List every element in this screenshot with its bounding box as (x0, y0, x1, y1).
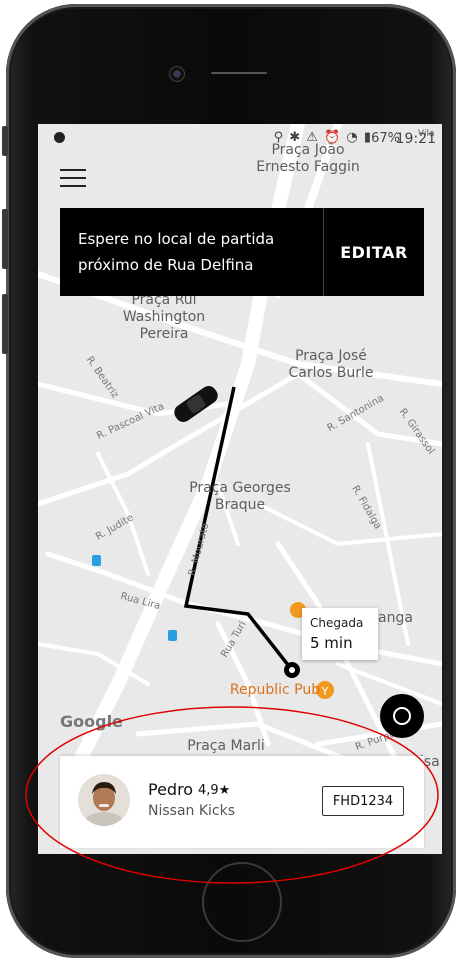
bus-stop-icon (168, 630, 177, 641)
place-label: Praça Rui Washington Pereira (122, 292, 206, 342)
pickup-banner: Espere no local de partida próximo de Ru… (60, 208, 424, 296)
place-label: Praça Georges Braque (189, 480, 291, 513)
place-label: Praça José Carlos Burle (288, 348, 374, 381)
arrival-label: Chegada (310, 616, 364, 630)
front-camera (169, 66, 185, 82)
bus-stop-icon (92, 555, 101, 566)
place-label: anga (378, 610, 413, 626)
status-bar: ⚲ ✱ ⚠ ⏰ ◔ ▮ 67% 19:21 (38, 124, 442, 152)
clock: 19:21 (395, 131, 436, 147)
notification-icon (54, 132, 65, 143)
annotation-ellipse (25, 706, 439, 884)
arrival-time: 5 min (310, 634, 353, 652)
mute-switch (2, 126, 8, 156)
earpiece-speaker (211, 72, 267, 74)
pickup-message: Espere no local de partida próximo de Ru… (78, 230, 275, 274)
volume-up-button (2, 209, 8, 269)
edit-button[interactable]: EDITAR (324, 208, 424, 296)
menu-icon[interactable] (60, 169, 86, 187)
place-label: Republic Pub (229, 682, 321, 698)
volume-down-button (2, 294, 8, 354)
arrival-bubble: Chegada 5 min (302, 608, 378, 660)
status-icons: ⚲ ✱ ⚠ ⏰ ◔ ▮ (273, 130, 372, 145)
